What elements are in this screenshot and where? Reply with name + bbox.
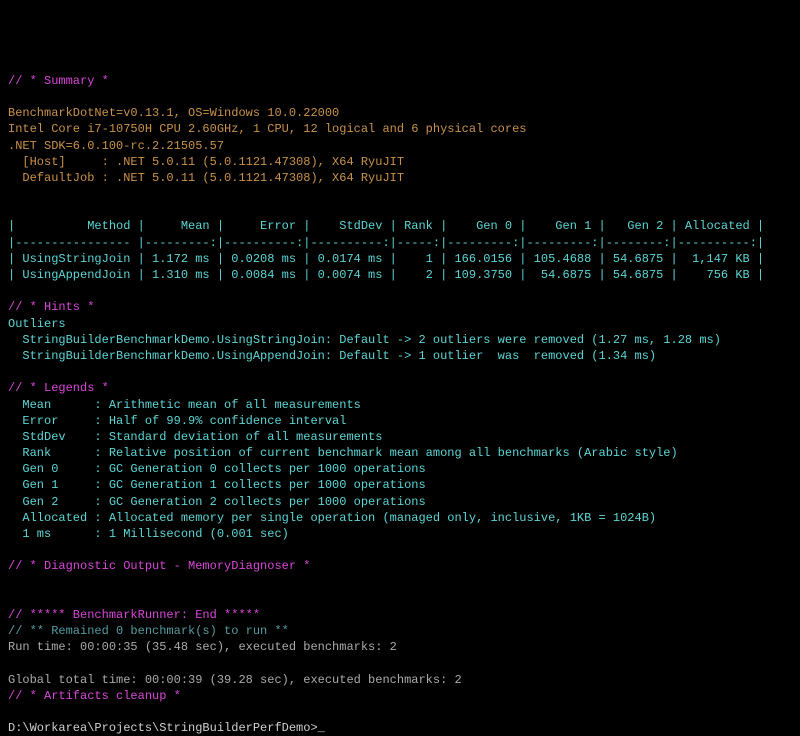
legend-gen0: Gen 0 : GC Generation 0 collects per 100… xyxy=(8,462,426,476)
legend-stddev: StdDev : Standard deviation of all measu… xyxy=(8,430,382,444)
legend-allocated: Allocated : Allocated memory per single … xyxy=(8,511,656,525)
env-line-1: BenchmarkDotNet=v0.13.1, OS=Windows 10.0… xyxy=(8,106,339,120)
legend-mean: Mean : Arithmetic mean of all measuremen… xyxy=(8,398,361,412)
runner-end: // ***** BenchmarkRunner: End ***** xyxy=(8,608,260,622)
legend-gen2: Gen 2 : GC Generation 2 collects per 100… xyxy=(8,495,426,509)
legend-gen1: Gen 1 : GC Generation 1 collects per 100… xyxy=(8,478,426,492)
env-line-4: [Host] : .NET 5.0.11 (5.0.1121.47308), X… xyxy=(8,155,404,169)
cursor: _ xyxy=(318,721,325,735)
legend-rank: Rank : Relative position of current benc… xyxy=(8,446,678,460)
run-time: Run time: 00:00:35 (35.48 sec), executed… xyxy=(8,640,397,654)
env-line-3: .NET SDK=6.0.100-rc.2.21505.57 xyxy=(8,139,224,153)
artifacts-cleanup: // * Artifacts cleanup * xyxy=(8,689,181,703)
remained-benchmarks: // ** Remained 0 benchmark(s) to run ** xyxy=(8,624,289,638)
env-line-2: Intel Core i7-10750H CPU 2.60GHz, 1 CPU,… xyxy=(8,122,526,136)
command-prompt[interactable]: D:\Workarea\Projects\StringBuilderPerfDe… xyxy=(8,721,318,735)
table-header: | Method | Mean | Error | StdDev | Rank … xyxy=(8,219,764,233)
table-row-1: | UsingStringJoin | 1.172 ms | 0.0208 ms… xyxy=(8,252,764,266)
summary-header: // * Summary * xyxy=(8,74,109,88)
legend-error: Error : Half of 99.9% confidence interva… xyxy=(8,414,346,428)
global-total-time: Global total time: 00:00:39 (39.28 sec),… xyxy=(8,673,462,687)
env-line-5: DefaultJob : .NET 5.0.11 (5.0.1121.47308… xyxy=(8,171,404,185)
diagnostic-header: // * Diagnostic Output - MemoryDiagnoser… xyxy=(8,559,310,573)
legends-header: // * Legends * xyxy=(8,381,109,395)
hints-line-2: StringBuilderBenchmarkDemo.UsingAppendJo… xyxy=(8,349,656,363)
table-separator: |---------------- |---------:|----------… xyxy=(8,236,764,250)
table-row-2: | UsingAppendJoin | 1.310 ms | 0.0084 ms… xyxy=(8,268,764,282)
legend-1ms: 1 ms : 1 Millisecond (0.001 sec) xyxy=(8,527,289,541)
hints-line-1: StringBuilderBenchmarkDemo.UsingStringJo… xyxy=(8,333,721,347)
hints-header: // * Hints * xyxy=(8,300,94,314)
hints-outliers: Outliers xyxy=(8,317,66,331)
